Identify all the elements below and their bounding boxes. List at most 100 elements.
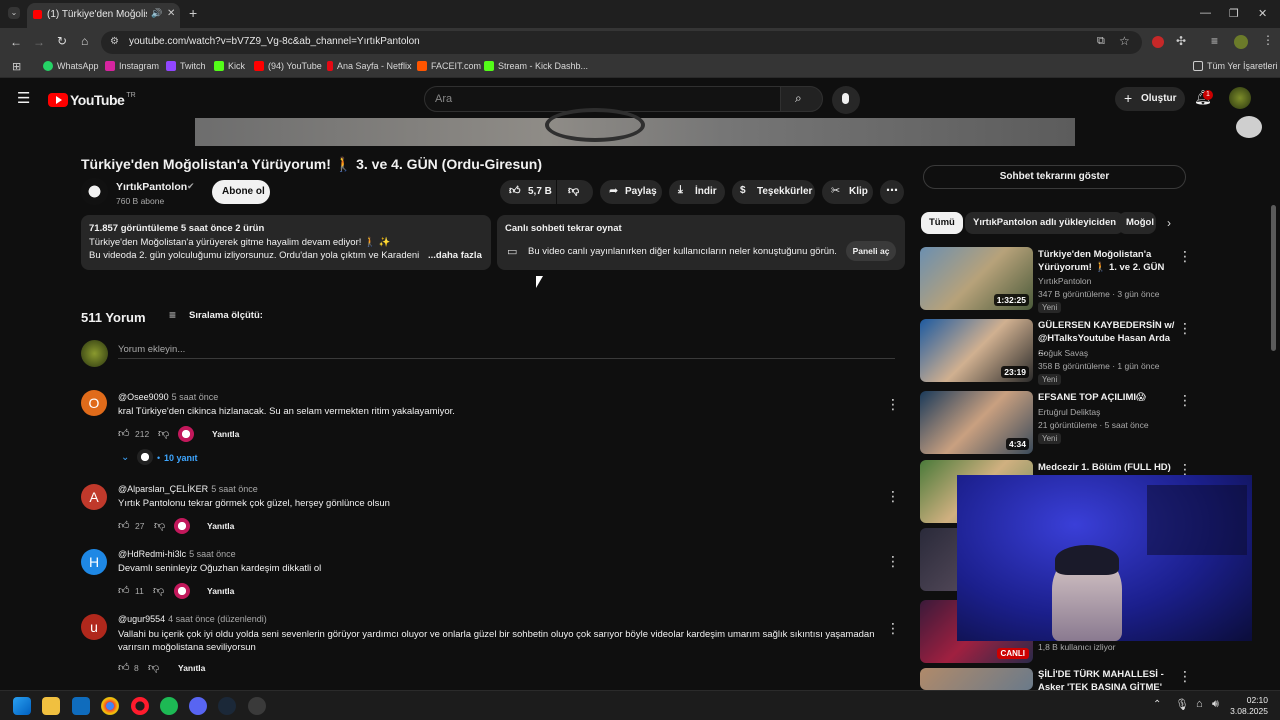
comment-dislike-icon[interactable]: 👎︎ — [154, 519, 165, 532]
reading-list-icon[interactable]: ≡ — [1211, 34, 1218, 48]
related-video-channel[interactable]: Soğuk Savaş — [1038, 348, 1088, 358]
reply-button[interactable]: Yanıtla — [212, 429, 239, 439]
create-button[interactable]: + Oluştur — [1115, 87, 1185, 111]
hamburger-menu-icon[interactable]: ☰ — [17, 89, 30, 107]
extensions-puzzle-icon[interactable]: ✣ — [1176, 34, 1186, 48]
thanks-button[interactable]: $ Teşekkürler — [732, 180, 815, 204]
comment-like-icon[interactable]: 👍︎ — [118, 427, 130, 440]
dislike-button[interactable]: 👎︎ — [557, 180, 593, 204]
volume-icon[interactable]: 🔊︎ — [1212, 698, 1219, 711]
comment-author[interactable]: @Osee9090 5 saat önce — [118, 392, 218, 402]
browser-menu-icon[interactable]: ⋮ — [1262, 33, 1274, 47]
bookmark-kick-dashboard[interactable]: Stream - Kick Dashb... — [484, 61, 588, 71]
share-button[interactable]: ➦ Paylaş — [600, 180, 662, 204]
discord-icon[interactable] — [189, 697, 207, 715]
add-comment-input[interactable]: Yorum ekleyin... — [118, 344, 185, 355]
tray-chevron-icon[interactable]: ⌃ — [1153, 699, 1161, 710]
network-icon[interactable]: ⌂ — [1196, 698, 1203, 710]
related-video-menu-icon[interactable]: ⋮ — [1178, 668, 1192, 685]
like-button[interactable]: 👍︎ 5,7 B — [500, 180, 556, 204]
minimize-icon[interactable]: — — [1200, 7, 1211, 19]
close-tab-icon[interactable]: ✕ — [167, 8, 175, 19]
voice-search-button[interactable] — [832, 86, 860, 114]
comment-time[interactable]: 5 saat önce — [172, 392, 219, 402]
related-video-title[interactable]: ŞİLİ'DE TÜRK MAHALLESİ - Asker 'TEK BAŞI… — [1038, 668, 1178, 690]
comment-time[interactable]: 4 saat önce (düzenlendi) — [168, 614, 267, 624]
comment-avatar[interactable]: u — [81, 614, 107, 640]
reply-button[interactable]: Yanıtla — [207, 521, 234, 531]
related-video-menu-icon[interactable]: ⋮ — [1178, 248, 1192, 265]
author-name[interactable]: @Osee9090 — [118, 392, 169, 402]
spotify-icon[interactable] — [160, 697, 178, 715]
related-video-menu-icon[interactable]: ⋮ — [1178, 392, 1192, 409]
comment-dislike-icon[interactable]: 👎︎ — [153, 584, 164, 597]
subscribe-button[interactable]: Abone ol — [212, 180, 270, 204]
browser-tab-active[interactable]: (1) Türkiye'den Moğolistan' 🔊 ✕ — [27, 3, 180, 28]
audio-icon[interactable]: 🔊 — [151, 8, 162, 19]
bookmark-faceit[interactable]: FACEIT.com — [417, 61, 481, 71]
comment-time[interactable]: 5 saat önce — [189, 549, 236, 559]
comment-like-icon[interactable]: 👍︎ — [118, 584, 130, 597]
related-video-menu-icon[interactable]: ⋮ — [1178, 320, 1192, 337]
video-player[interactable] — [195, 108, 1075, 146]
site-info-icon[interactable]: ⚙ — [110, 36, 119, 47]
show-more-link[interactable]: ...daha fazla — [428, 250, 482, 261]
channel-name[interactable]: YırtıkPantolon — [116, 181, 187, 193]
related-video-channel[interactable]: Ertuğrul Deliktaş — [1038, 407, 1100, 417]
chevron-right-icon[interactable]: › — [1167, 216, 1171, 230]
new-tab-icon[interactable]: + — [189, 5, 197, 21]
clip-button[interactable]: ✂ Klip — [822, 180, 873, 204]
author-name[interactable]: @ugur9554 — [118, 614, 165, 624]
reply-button[interactable]: Yanıtla — [207, 586, 234, 596]
author-name[interactable]: @Alparslan_ÇELİKER — [118, 484, 208, 494]
comment-author[interactable]: @Alparslan_ÇELİKER 5 saat önce — [118, 484, 258, 494]
search-button[interactable]: ⌕ — [780, 86, 823, 112]
sort-icon[interactable]: ≡ — [169, 308, 176, 322]
expand-replies-chevron-icon[interactable]: ⌄ — [121, 452, 129, 463]
comment-avatar[interactable]: H — [81, 549, 107, 575]
reload-icon[interactable]: ↻ — [57, 34, 67, 48]
chrome-icon[interactable] — [101, 697, 119, 715]
bookmark-twitch[interactable]: Twitch — [166, 61, 206, 71]
description-box[interactable]: 71.857 görüntüleme 5 saat önce 2 ürün Tü… — [81, 215, 491, 270]
more-actions-button[interactable]: ⋯ — [880, 180, 904, 204]
show-chat-replay-button[interactable]: Sohbet tekrarını göster — [923, 165, 1186, 189]
system-clock[interactable]: 02:10 3.08.2025 — [1230, 695, 1268, 717]
bookmark-kick[interactable]: Kick — [214, 61, 245, 71]
file-explorer-icon[interactable] — [42, 697, 60, 715]
steam-icon[interactable] — [218, 697, 236, 715]
comment-menu-icon[interactable]: ⋮ — [886, 488, 900, 505]
related-video-thumbnail[interactable] — [920, 668, 1033, 690]
all-bookmarks[interactable]: Tüm Yer İşaretleri — [1193, 61, 1278, 71]
bookmark-youtube[interactable]: (94) YouTube — [254, 61, 322, 71]
microphone-tray-icon[interactable]: 🎙︎ — [1175, 698, 1189, 711]
chip-mongol[interactable]: Moğol — [1118, 212, 1156, 234]
forward-icon[interactable]: → — [33, 35, 45, 49]
tab-list-icon[interactable]: ⌄ — [8, 7, 20, 19]
comment-avatar[interactable]: O — [81, 390, 107, 416]
related-video-title[interactable]: Medcezir 1. Bölüm (FULL HD) — [1038, 461, 1178, 474]
apps-grid-icon[interactable]: ⊞ — [12, 60, 21, 73]
close-window-icon[interactable]: ✕ — [1258, 7, 1267, 20]
account-avatar[interactable] — [1229, 87, 1251, 109]
extension-icon[interactable] — [1152, 36, 1164, 48]
bookmark-instagram[interactable]: Instagram — [105, 61, 159, 71]
opera-icon[interactable] — [131, 697, 149, 715]
windows-start-icon[interactable] — [13, 697, 31, 715]
related-video-thumbnail[interactable]: 1:32:25 — [920, 247, 1033, 310]
comment-author[interactable]: @ugur9554 4 saat önce (düzenlendi) — [118, 614, 267, 624]
home-icon[interactable]: ⌂ — [81, 34, 88, 48]
comment-menu-icon[interactable]: ⋮ — [886, 396, 900, 413]
bookmark-netflix[interactable]: Ana Sayfa - Netflix — [327, 61, 412, 71]
comment-time[interactable]: 5 saat önce — [211, 484, 258, 494]
comment-avatar[interactable]: A — [81, 484, 107, 510]
comment-like-icon[interactable]: 👍︎ — [118, 661, 130, 674]
related-video-title[interactable]: EFSANE TOP AÇILIMI😱 — [1038, 391, 1178, 404]
back-icon[interactable]: ← — [10, 35, 22, 49]
related-video-title[interactable]: Türkiye'den Moğolistan'a Yürüyorum! 🚶 1.… — [1038, 248, 1178, 274]
download-button[interactable]: ⤓ İndir — [669, 180, 725, 204]
outlook-icon[interactable] — [72, 697, 90, 715]
comment-menu-icon[interactable]: ⋮ — [886, 553, 900, 570]
comment-menu-icon[interactable]: ⋮ — [886, 620, 900, 637]
reply-button[interactable]: Yanıtla — [178, 663, 205, 673]
